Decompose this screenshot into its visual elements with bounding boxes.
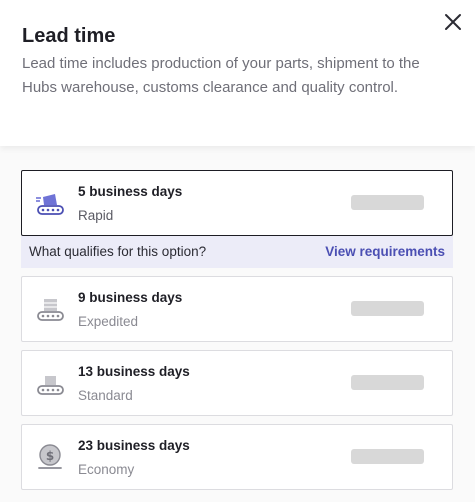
option-speed-label: Economy: [78, 462, 135, 477]
modal-title: Lead time: [22, 25, 116, 47]
option-days-label: 23 business days: [78, 438, 190, 453]
conveyor-stack-icon: [35, 294, 65, 324]
price-placeholder: [351, 195, 424, 210]
option-standard[interactable]: 13 business days Standard: [21, 350, 453, 416]
option-speed-label: Rapid: [78, 208, 114, 223]
price-placeholder: [351, 301, 424, 316]
view-requirements-link[interactable]: View requirements: [325, 244, 445, 259]
requirements-question: What qualifies for this option?: [29, 244, 207, 259]
price-placeholder: [351, 449, 424, 464]
price-placeholder: [351, 375, 424, 390]
svg-text:$: $: [46, 449, 54, 463]
conveyor-box-icon: [35, 368, 65, 398]
fast-conveyor-icon: [35, 188, 65, 218]
close-icon[interactable]: [443, 12, 463, 32]
modal-header: Lead time Lead time includes production …: [0, 0, 475, 146]
option-expedited[interactable]: 9 business days Expedited: [21, 276, 453, 342]
option-rapid[interactable]: 5 business days Rapid: [21, 170, 453, 236]
option-economy[interactable]: $ 23 business days Economy: [21, 424, 453, 490]
option-speed-label: Expedited: [78, 314, 139, 329]
coin-icon: $: [35, 442, 65, 472]
option-days-label: 9 business days: [78, 290, 183, 305]
option-days-label: 5 business days: [78, 184, 183, 199]
requirements-bar: What qualifies for this option? View req…: [21, 236, 453, 268]
option-days-label: 13 business days: [78, 364, 190, 379]
modal-description: Lead time includes production of your pa…: [22, 55, 420, 96]
option-speed-label: Standard: [78, 388, 133, 403]
